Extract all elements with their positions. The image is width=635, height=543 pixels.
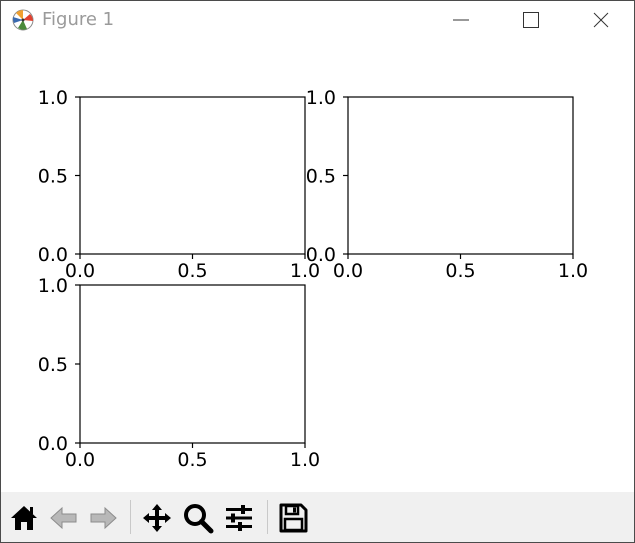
back-icon	[50, 506, 77, 530]
x-tick-label: 1.0	[290, 449, 320, 471]
pan-icon	[143, 504, 171, 532]
y-tick-label: 0.5	[38, 354, 68, 376]
home-icon	[11, 506, 37, 530]
configure-subplots-icon	[226, 505, 252, 531]
y-tick-label: 1.0	[38, 87, 68, 109]
x-tick-label: 0.0	[65, 449, 95, 471]
home-button[interactable]	[6, 498, 42, 536]
subplot-3[interactable]: 0.0 0.5 1.0 0.0 0.5 1.0	[38, 275, 320, 471]
y-tick-label: 1.0	[38, 275, 68, 297]
minimize-button[interactable]	[426, 1, 496, 39]
save-icon	[279, 503, 308, 533]
close-button[interactable]	[566, 1, 635, 39]
title-bar[interactable]: Figure 1	[1, 1, 634, 39]
toolbar-separator	[267, 500, 268, 534]
minimize-icon	[453, 19, 469, 21]
pan-button[interactable]	[139, 498, 175, 536]
forward-button[interactable]	[85, 498, 121, 536]
window-title: Figure 1	[42, 9, 115, 30]
plot-area[interactable]: 0.0 0.5 1.00.00.51.00.0 0.5 1.00.00.51.00.0 0…	[1, 39, 634, 491]
forward-icon	[90, 506, 117, 530]
subplot-2[interactable]: 0.0 0.5 1.0 0.0 0.5 1.0	[306, 87, 588, 282]
axes-frame	[79, 96, 306, 255]
figure-canvas[interactable]: 0.0 0.5 1.0 0.0 0.5 1.0 0.0 0.5 1.0 0.0 0.5 1.0 0.0 0…	[1, 39, 634, 491]
zoom-icon	[184, 504, 214, 534]
subplot-1[interactable]: 0.0 0.5 1.00.00.51.0	[38, 87, 320, 282]
x-tick-label: 0.5	[445, 260, 475, 282]
x-tick-label: 0.0	[333, 260, 363, 282]
y-tick-label: 1.0	[306, 87, 336, 109]
x-tick-label: 0.0	[65, 260, 95, 282]
save-button[interactable]	[275, 498, 311, 536]
y-tick-label: 0.0	[38, 244, 68, 266]
x-tick-label: 1.0	[558, 260, 588, 282]
x-tick-label: 0.5	[177, 449, 207, 471]
configure-subplots-button[interactable]	[221, 498, 257, 536]
x-tick-label: 0.5	[177, 260, 207, 282]
matplotlib-logo-icon	[12, 9, 34, 31]
axes-frame	[79, 284, 306, 444]
y-tick-label: 0.5	[38, 166, 68, 188]
y-tick-label: 0.5	[306, 166, 336, 188]
zoom-button[interactable]	[180, 498, 216, 536]
maximize-button[interactable]	[496, 1, 566, 39]
axes-frame	[347, 96, 574, 255]
y-tick-label: 0.0	[306, 244, 336, 266]
maximize-icon	[523, 12, 539, 28]
figure-window: Figure 1 0.0 0.5 1.0 0.0 0.5 1.0 0.0 0.5 1.0 0.0 0…	[0, 0, 635, 543]
back-button[interactable]	[46, 498, 82, 536]
close-icon	[593, 12, 609, 28]
toolbar-separator	[130, 500, 131, 534]
y-tick-label: 0.0	[38, 433, 68, 455]
navigation-toolbar	[1, 492, 634, 542]
